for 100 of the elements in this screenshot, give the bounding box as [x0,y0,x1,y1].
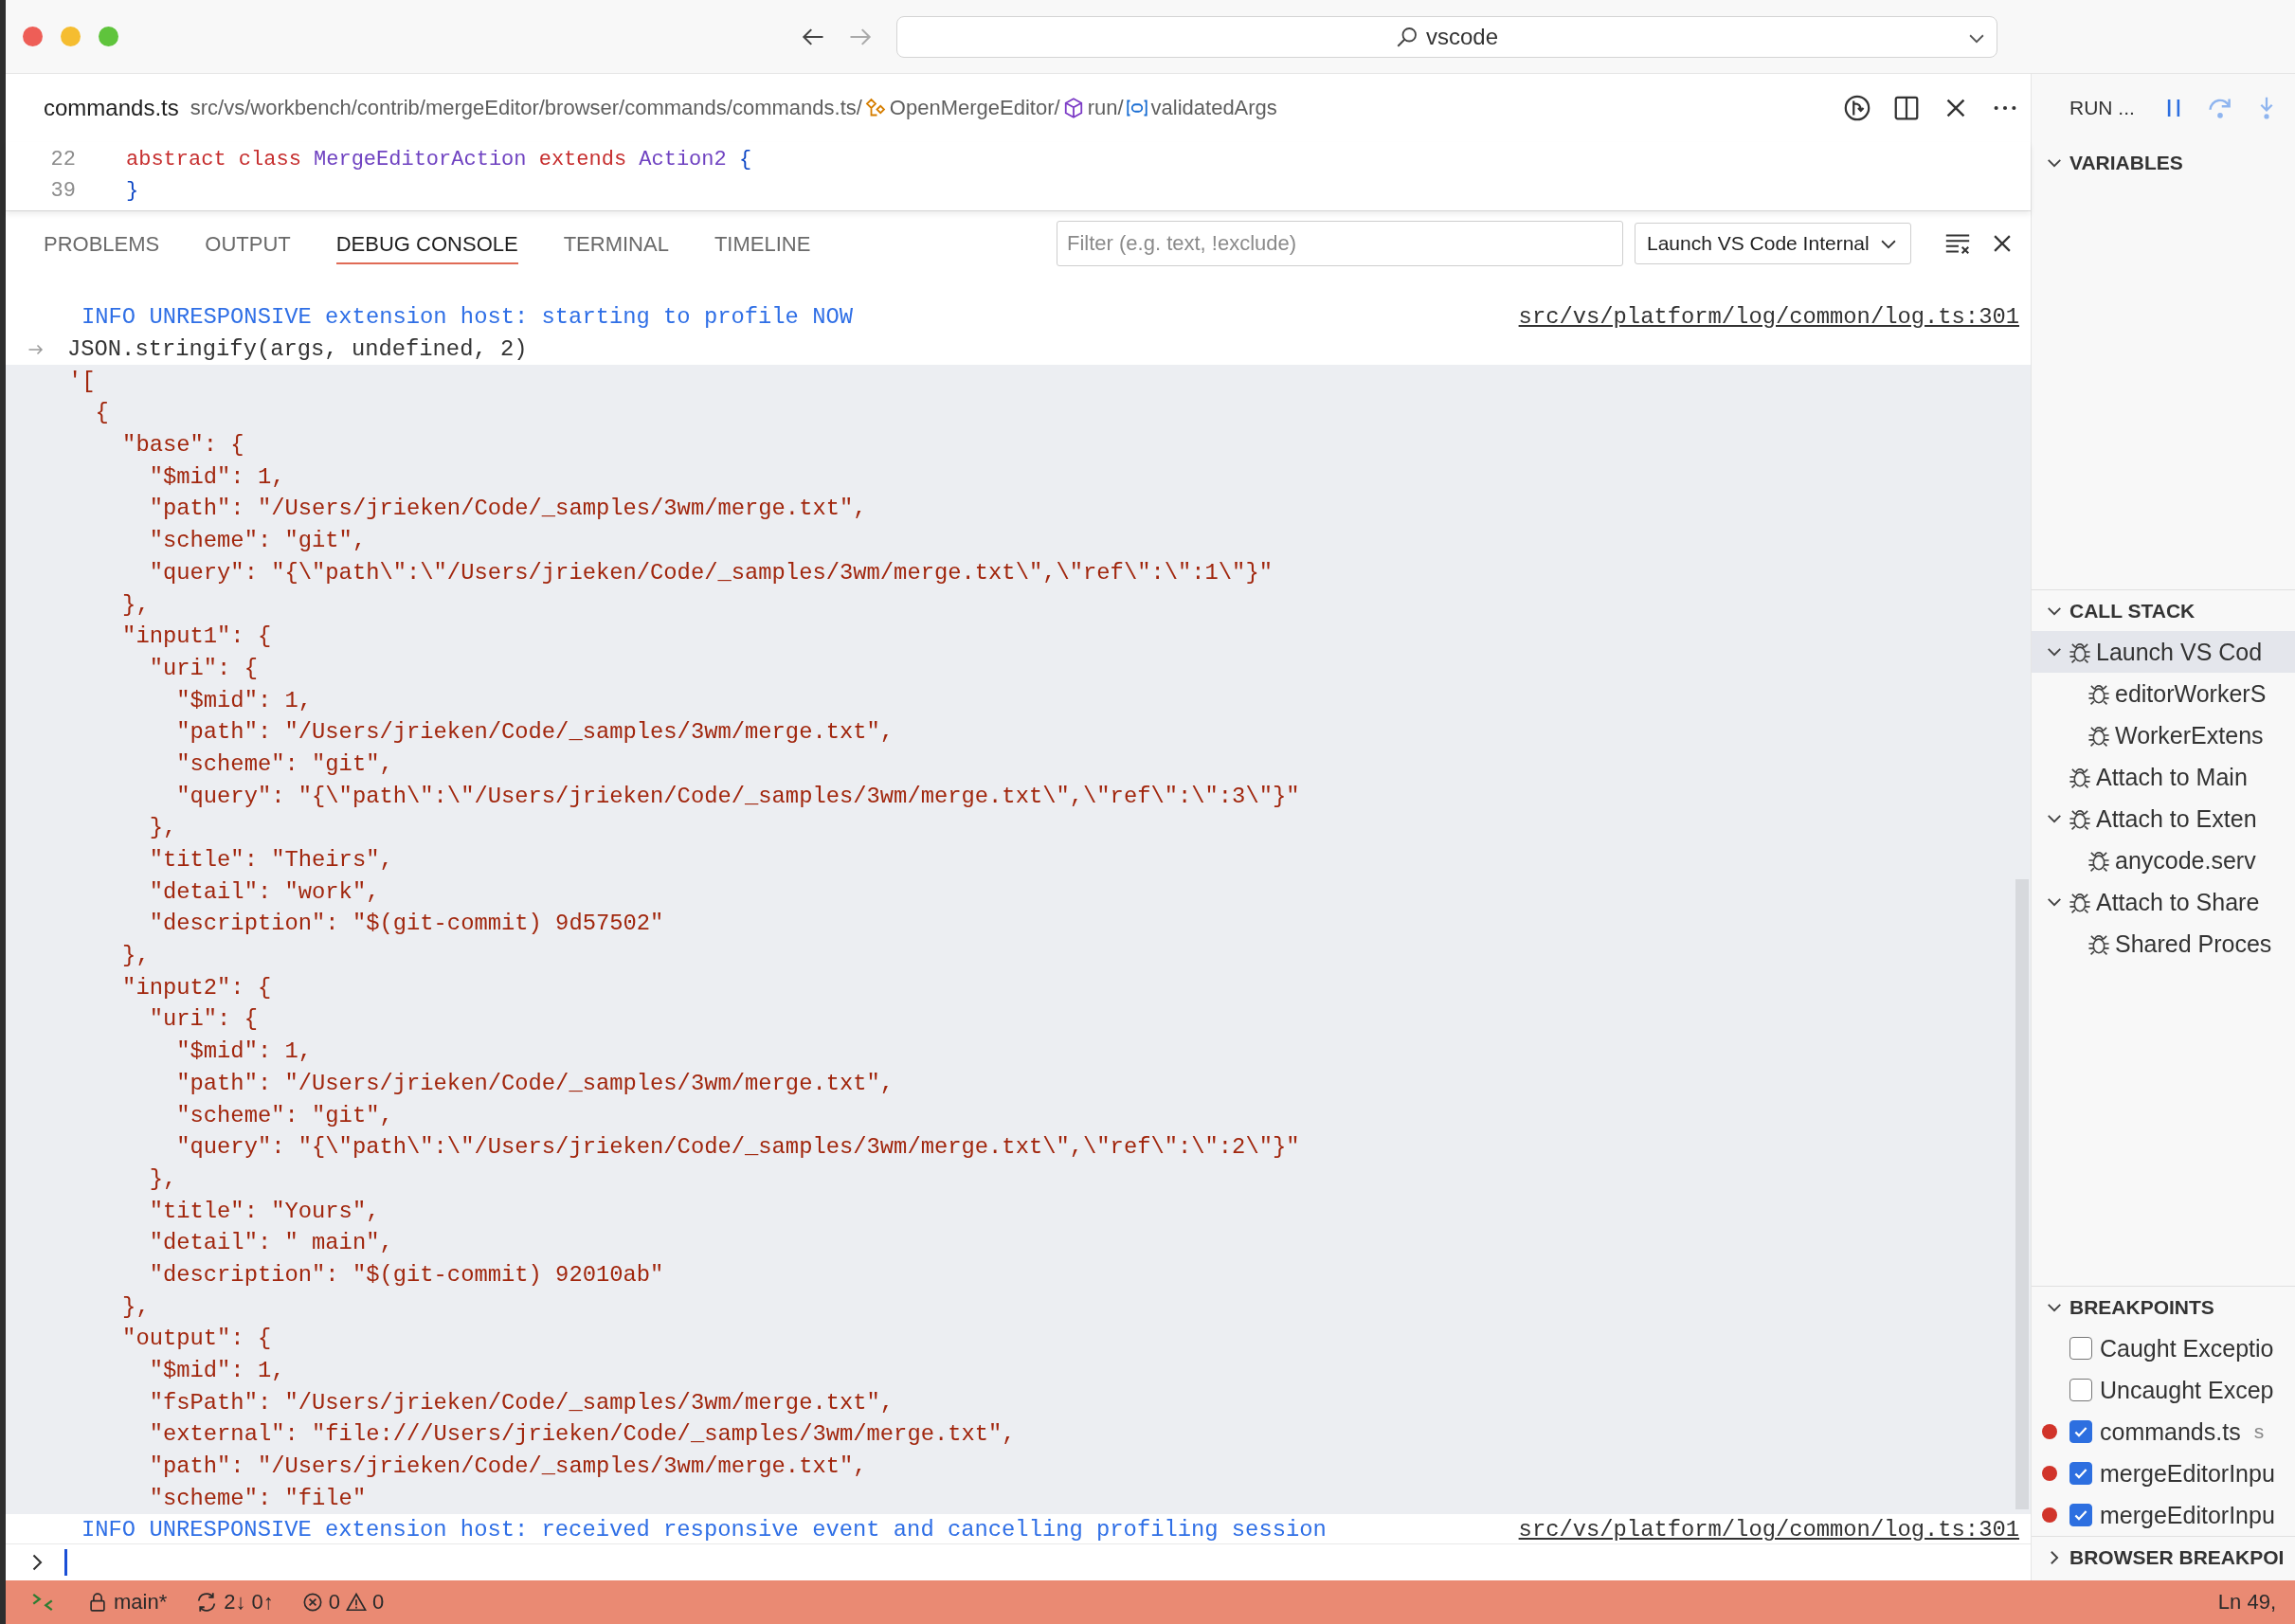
output-line: '[ [67,367,97,396]
call-stack-item[interactable]: Launch VS Cod [2032,631,2295,673]
section-header[interactable]: BREAKPOINTS [2032,1286,2295,1327]
command-center-search[interactable]: vscode [896,15,1997,58]
output-line: "title": "Yours", [148,1197,381,1226]
breakpoint-label: Uncaught Excep [2100,1376,2274,1404]
checkbox[interactable] [2069,1379,2092,1401]
output-line: "description": "$(git-commit) 92010ab" [148,1260,665,1290]
error-icon [301,1592,323,1613]
cursor-position[interactable]: Ln 49, [2217,1590,2276,1615]
log-message: INFO UNRESPONSIVE extension host: received responsive event and cancelling profiling session [81,1517,1328,1543]
file-name: commands.ts [44,95,179,121]
output-line: "path": "/Users/jrieken/Code/_samples/3wm/merge.txt", [175,718,895,748]
output-line: "description": "$(git-commit) 9d57502" [148,910,665,939]
breakpoint-dot-icon [2042,1466,2057,1481]
output-line: "scheme": "git", [148,527,368,556]
output-line: { [94,399,110,428]
line-number: 22 [49,148,76,171]
section-title: VARIABLES [2069,152,2183,174]
section-title: BREAKPOINTS [2069,1295,2214,1319]
section-header[interactable]: VARIABLES [2032,142,2295,184]
session-dropdown[interactable]: Launch VS Code Internal [1635,223,1911,264]
output-line: "$mid": 1, [175,686,314,715]
output-line: "uri": { [148,1005,259,1035]
output-line: "title": "Theirs", [148,846,394,875]
call-stack-item[interactable]: Attach to Main [2032,756,2295,798]
filter-field[interactable]: Filter (e.g. text, !exclude) [1057,221,1623,266]
split-editor-icon[interactable] [1892,94,1921,122]
item-label: Attach to Exten [2096,804,2257,833]
call-stack-item[interactable]: Attach to Exten [2032,798,2295,839]
panel-tab[interactable]: PROBLEMS [44,223,160,264]
breakpoint-dot-icon [2042,1424,2057,1439]
line-number: 39 [49,179,76,203]
lock-icon [87,1592,108,1613]
search-icon [1395,25,1419,48]
sync-status[interactable]: 2↓ 0↑ [195,1590,274,1615]
output-line: "scheme": "git", [175,1101,394,1130]
output-line: "$mid": 1, [148,1357,286,1386]
breadcrumb-item[interactable]: validatedArgs [1125,96,1277,120]
problems-status[interactable]: 0 0 [301,1590,385,1615]
output-line: "detail": " main", [148,1229,394,1258]
item-label: Shared Proces [2115,929,2272,958]
output-line: "path": "/Users/jrieken/Code/_samples/3wm/merge.txt", [148,1453,868,1482]
view-title: RUN ... [2069,97,2135,119]
git-compare-icon[interactable] [1843,94,1871,122]
call-stack-item[interactable]: WorkerExtens [2032,714,2295,756]
item-label: anycode.serv [2115,846,2256,875]
checkbox[interactable] [2069,1462,2092,1485]
code-line: } [126,179,139,203]
call-stack-item[interactable]: Attach to Share [2032,881,2295,923]
output-line: "fsPath": "/Users/jrieken/Code/_samples/3wm/merge.txt", [148,1388,895,1417]
item-label: Launch VS Cod [2096,638,2263,666]
panel-tab[interactable]: OUTPUT [205,223,291,264]
output-line: "query": "{\"path\":\"/Users/jrieken/Code/_samples/3wm/merge.txt\",\"ref\":\":1\"}" [148,558,1274,587]
output-line: }, [148,814,178,843]
breakpoint-label: mergeEditorInpu [2100,1459,2275,1488]
log-message: INFO UNRESPONSIVE extension host: starting to profile NOW [81,304,854,331]
warning-icon [346,1592,368,1613]
call-stack-item[interactable]: anycode.serv [2032,839,2295,881]
output-line: "output": { [121,1325,273,1354]
output-line: "input2": { [121,973,273,1002]
breadcrumb-item[interactable]: run/ [1061,96,1124,120]
item-label: WorkerExtens [2115,721,2264,749]
breadcrumb-path[interactable]: src/vs/workbench/contrib/mergeEditor/browser/commands/commands.ts/ [190,96,862,120]
panel-tab[interactable]: DEBUG CONSOLE [335,223,518,264]
call-stack-item[interactable]: editorWorkerS [2032,673,2295,714]
source-link[interactable]: src/vs/platform/log/common/log.ts:301 [1518,1517,2019,1543]
branch-status[interactable]: main* [87,1590,168,1615]
checkbox[interactable] [2069,1504,2092,1526]
output-line: }, [121,942,151,971]
output-line: }, [121,1292,151,1322]
output-line: "query": "{\"path\":\"/Users/jrieken/Code/_samples/3wm/merge.txt\",\"ref\":\":2\"}" [175,1133,1301,1163]
output-line: "external": "file:///Users/jrieken/Code/_samples/3wm/merge.txt", [148,1420,1017,1450]
output-line: "uri": { [148,654,259,683]
breakpoint-dot-icon [2042,1507,2057,1523]
checkbox[interactable] [2069,1420,2092,1443]
output-line: "path": "/Users/jrieken/Code/_samples/3wm/merge.txt", [175,1069,895,1098]
item-label: editorWorkerS [2115,679,2267,708]
evaluated-expression: JSON.stringify(args, undefined, 2) [67,336,528,363]
panel-tab[interactable]: TERMINAL [563,223,669,264]
output-line: }, [121,590,151,620]
call-stack-item[interactable]: Shared Proces [2032,923,2295,965]
section-title: BROWSER BREAKPOI [2069,1545,2285,1569]
breadcrumb-item[interactable]: OpenMergeEditor/ [863,96,1060,120]
section-header[interactable]: BROWSER BREAKPOI [2032,1536,2295,1578]
output-line: "scheme": "git", [175,749,394,779]
source-link[interactable]: src/vs/platform/log/common/log.ts:301 [1518,304,2019,331]
output-line: "scheme": "file" [148,1484,368,1513]
checkbox[interactable] [2069,1337,2092,1360]
breakpoint-label: Caught Exceptio [2100,1334,2274,1362]
section-title: CALL STACK [2069,599,2196,623]
output-line: "$mid": 1, [148,462,286,492]
output-line: "$mid": 1, [175,1038,314,1067]
output-line: "input1": { [121,623,273,652]
breakpoint-description: s [2253,1420,2265,1443]
item-label: Attach to Share [2096,888,2260,916]
item-label: Attach to Main [2096,763,2248,791]
close-button[interactable] [23,27,43,46]
panel-tab[interactable]: TIMELINE [714,223,811,264]
breakpoint-label: mergeEditorInpu [2100,1501,2275,1529]
